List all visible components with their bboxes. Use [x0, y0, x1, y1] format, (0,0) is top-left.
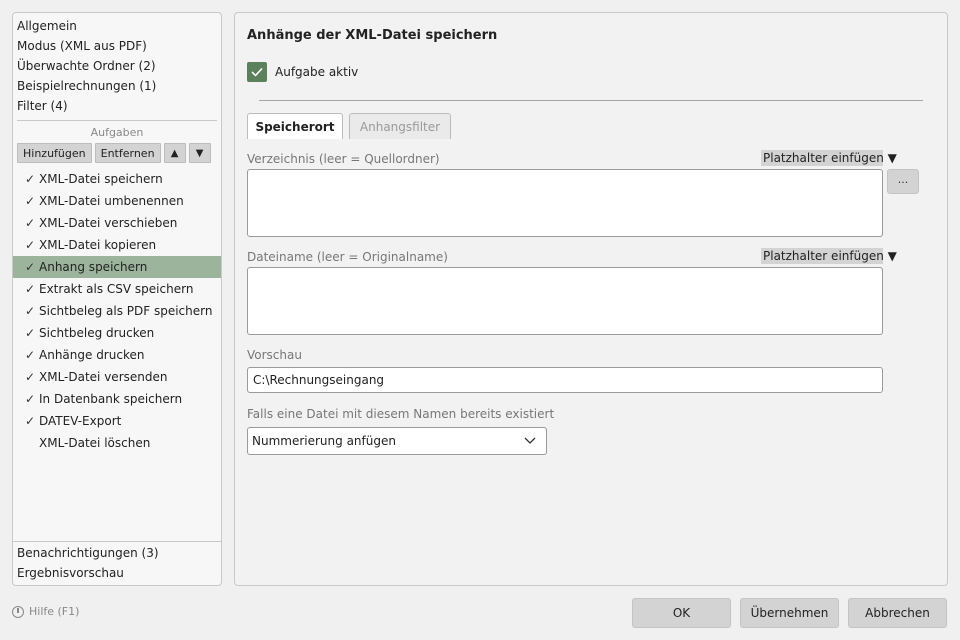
task-label: Sichtbeleg drucken [39, 326, 155, 340]
filename-input[interactable] [247, 267, 883, 335]
file-exists-select[interactable]: Nummerierung anfügen [247, 427, 547, 455]
task-item-sichtbeleg-pdf[interactable]: ✓ Sichtbeleg als PDF speichern [13, 300, 221, 322]
move-down-icon[interactable]: ▼ [188, 143, 211, 163]
task-item-xml-verschieben[interactable]: ✓ XML-Datei verschieben [13, 212, 221, 234]
filename-placeholder-button[interactable]: Platzhalter einfügen ▼ [761, 248, 897, 264]
file-exists-label: Falls eine Datei mit diesem Namen bereit… [247, 407, 555, 421]
task-active-row[interactable]: Aufgabe aktiv [247, 62, 358, 82]
filename-label: Dateiname (leer = Originalname) [247, 250, 448, 264]
nav-item-ueberwachte-ordner[interactable]: Überwachte Ordner (2) [13, 56, 221, 76]
chevron-down-icon [524, 437, 536, 444]
task-settings-panel: Anhänge der XML-Datei speichern Aufgabe … [234, 12, 948, 586]
checkmark-icon: ✓ [25, 238, 36, 252]
task-item-xml-speichern[interactable]: ✓ XML-Datei speichern [13, 168, 221, 190]
nav-top-group: Allgemein Modus (XML aus PDF) Überwachte… [13, 13, 221, 116]
task-active-label: Aufgabe aktiv [275, 65, 359, 79]
task-label: XML-Datei verschieben [39, 216, 178, 230]
help-label: Hilfe (F1) [29, 605, 80, 618]
task-item-anhaenge-drucken[interactable]: ✓ Anhänge drucken [13, 344, 221, 366]
task-item-sichtbeleg-drucken[interactable]: ✓ Sichtbeleg drucken [13, 322, 221, 344]
browse-button[interactable]: ... [887, 169, 919, 194]
help-icon [12, 605, 24, 618]
task-item-datev-export[interactable]: ✓ DATEV-Export [13, 410, 221, 432]
nav-item-benachrichtigungen[interactable]: Benachrichtigungen (3) [13, 543, 221, 563]
cancel-button[interactable]: Abbrechen [848, 598, 947, 628]
task-item-xml-umbenennen[interactable]: ✓ XML-Datei umbenennen [13, 190, 221, 212]
nav-item-ergebnisvorschau[interactable]: Ergebnisvorschau [13, 563, 221, 583]
task-label: XML-Datei speichern [39, 172, 163, 186]
task-item-anhang-speichern[interactable]: ✓ Anhang speichern [13, 256, 221, 278]
sidebar-divider [17, 120, 217, 121]
task-label: XML-Datei umbenennen [39, 194, 184, 208]
task-label: XML-Datei kopieren [39, 238, 157, 252]
checkmark-icon: ✓ [25, 304, 36, 318]
task-list: ✓ XML-Datei speichern ✓ XML-Datei umbenenn… [13, 168, 221, 454]
task-item-xml-kopieren[interactable]: ✓ XML-Datei kopieren [13, 234, 221, 256]
checkmark-empty [25, 432, 39, 454]
task-item-xml-loeschen[interactable]: XML-Datei löschen [13, 432, 221, 454]
tab-anhangsfilter[interactable]: Anhangsfilter [349, 113, 451, 139]
apply-button[interactable]: Übernehmen [740, 598, 839, 628]
page-title: Anhänge der XML-Datei speichern [247, 28, 498, 43]
file-exists-value: Nummerierung anfügen [252, 434, 396, 448]
tab-speicherort[interactable]: Speicherort [247, 113, 343, 139]
directory-label: Verzeichnis (leer = Quellordner) [247, 152, 440, 166]
task-label: Sichtbeleg als PDF speichern [39, 304, 213, 318]
checkmark-icon: ✓ [25, 348, 36, 362]
checkmark-icon: ✓ [25, 282, 36, 296]
remove-task-button[interactable]: Entfernen [94, 143, 161, 163]
check-icon [251, 67, 263, 77]
nav-item-beispielrechnungen[interactable]: Beispielrechnungen (1) [13, 76, 221, 96]
settings-sidebar: Allgemein Modus (XML aus PDF) Überwachte… [12, 12, 222, 586]
title-divider [259, 100, 923, 101]
preview-field[interactable]: C:\Rechnungseingang [247, 367, 883, 393]
task-item-extrakt-csv[interactable]: ✓ Extrakt als CSV speichern [13, 278, 221, 300]
task-toolbar: Hinzufügen Entfernen ▲ ▼ [13, 143, 221, 163]
tasks-section-label: Aufgaben [90, 126, 144, 139]
nav-item-allgemein[interactable]: Allgemein [13, 16, 221, 36]
preview-label: Vorschau [247, 348, 302, 362]
nav-item-modus[interactable]: Modus (XML aus PDF) [13, 36, 221, 56]
task-item-xml-versenden[interactable]: ✓ XML-Datei versenden [13, 366, 221, 388]
tab-bar: Speicherort Anhangsfilter [247, 113, 451, 139]
nav-item-filter[interactable]: Filter (4) [13, 96, 221, 116]
task-label: XML-Datei versenden [39, 370, 168, 384]
directory-placeholder-button[interactable]: Platzhalter einfügen ▼ [761, 150, 897, 166]
checkmark-icon: ✓ [25, 414, 36, 428]
nav-bottom-group: Benachrichtigungen (3) Ergebnisvorschau [13, 541, 221, 585]
checkmark-icon: ✓ [25, 326, 36, 340]
checkmark-icon: ✓ [25, 392, 36, 406]
directory-input[interactable] [247, 169, 883, 237]
task-label: DATEV-Export [39, 414, 122, 428]
task-item-datenbank[interactable]: ✓ In Datenbank speichern [13, 388, 221, 410]
task-label: Extrakt als CSV speichern [39, 282, 194, 296]
move-up-icon[interactable]: ▲ [163, 143, 186, 163]
checkmark-icon: ✓ [25, 172, 36, 186]
checkmark-icon: ✓ [25, 260, 36, 274]
task-label: In Datenbank speichern [39, 392, 183, 406]
task-active-checkbox[interactable] [247, 62, 267, 82]
checkmark-icon: ✓ [25, 216, 36, 230]
checkmark-icon: ✓ [25, 194, 36, 208]
ok-button[interactable]: OK [632, 598, 731, 628]
task-label: Anhänge drucken [39, 348, 145, 362]
checkmark-icon: ✓ [25, 370, 36, 384]
add-task-button[interactable]: Hinzufügen [17, 143, 92, 163]
help-link[interactable]: Hilfe (F1) [12, 605, 79, 618]
task-label: XML-Datei löschen [39, 436, 151, 450]
task-label: Anhang speichern [39, 260, 148, 274]
